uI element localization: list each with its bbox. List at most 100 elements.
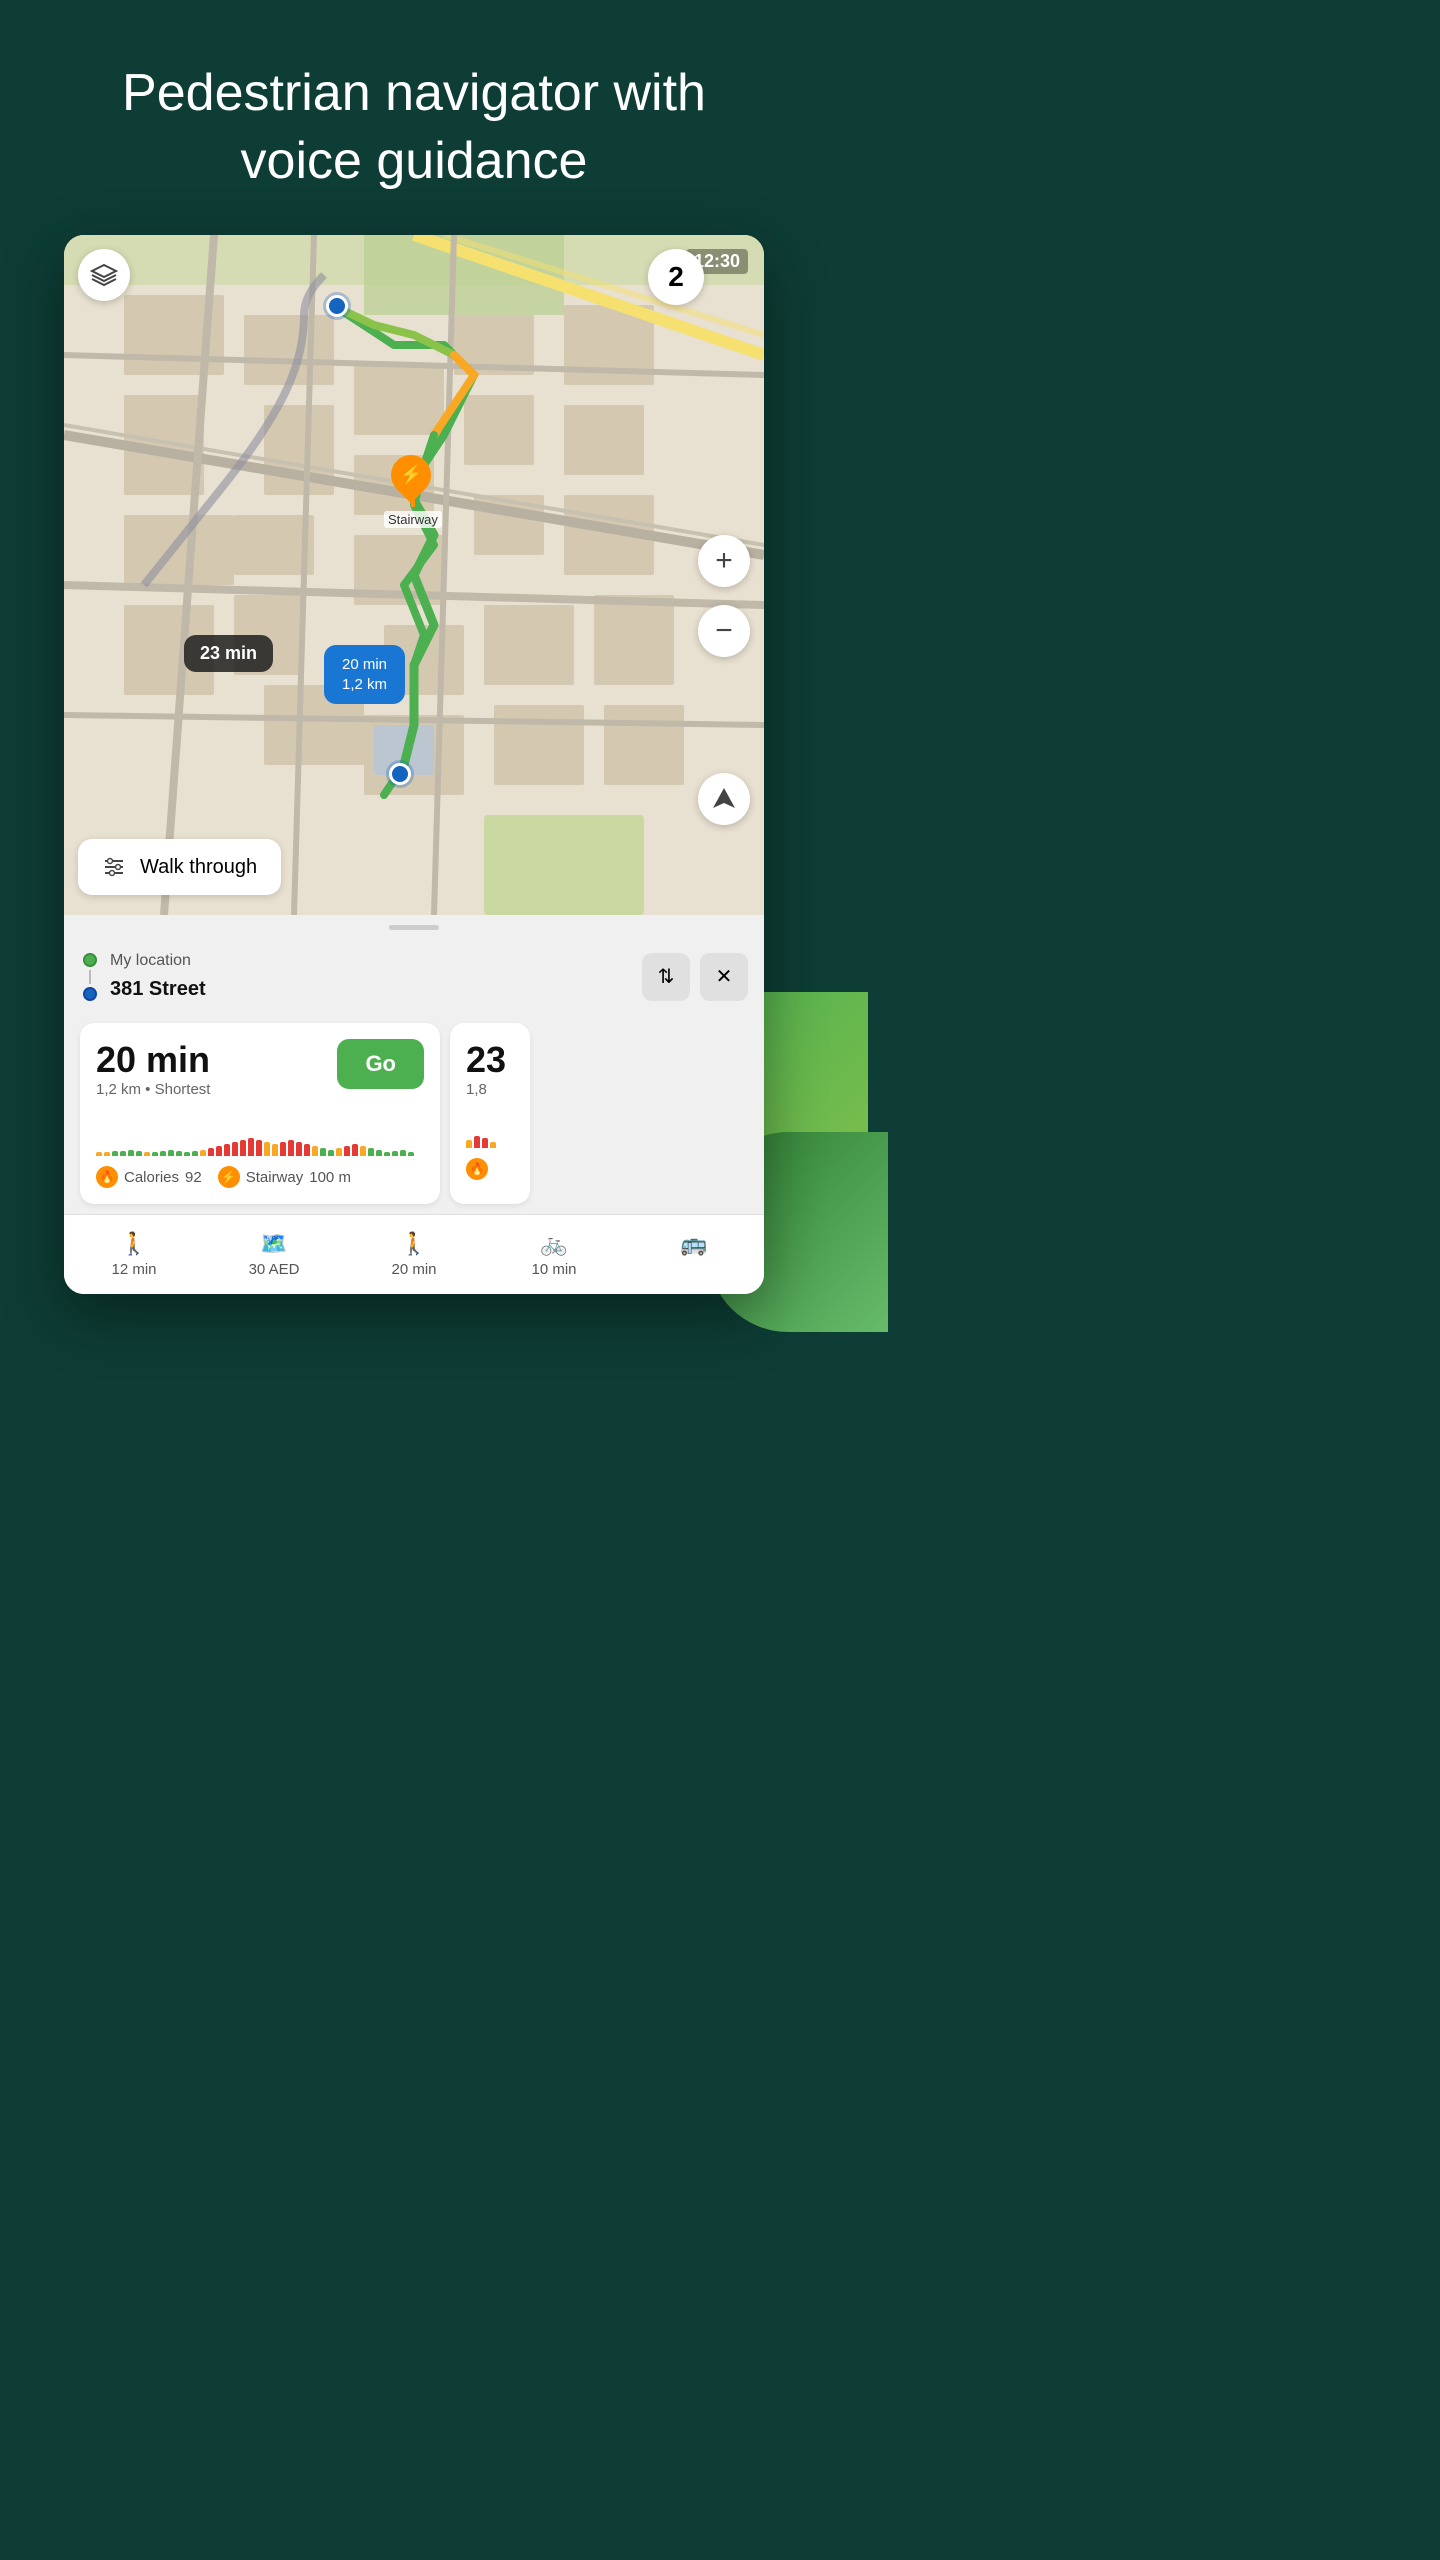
alt-route-tooltip: 23 min [184,635,273,672]
bottom-tabs: 🚶 12 min 🗺️ 30 AED 🚶 20 min 🚲 10 min 🚌 [64,1214,764,1294]
alt-calories-icon: 🔥 [466,1158,488,1180]
elevation-bar [136,1151,142,1156]
tab-walk[interactable]: 🚶 12 min [64,1225,204,1284]
calories-value: 92 [185,1169,202,1186]
hero-title: Pedestrian navigator with voice guidance [60,60,768,195]
elevation-bar [304,1144,310,1156]
elevation-bar [200,1150,206,1156]
elevation-bar [264,1142,270,1156]
alt-route-time: 23 [466,1039,514,1081]
bottom-panel: My location 381 Street ⇅ ✕ 20 min 1,2 km [64,915,764,1294]
elevation-bar [296,1142,302,1156]
elevation-bar [392,1151,398,1156]
stairway-meta-icon: ⚡ [218,1166,240,1188]
elevation-bar [176,1151,182,1156]
route-time: 20 min [96,1039,210,1081]
route-card-header: 20 min 1,2 km • Shortest Go [96,1039,424,1108]
route-details: 1,2 km • Shortest [96,1081,210,1098]
elevation-bar [128,1150,134,1156]
hero-section: Pedestrian navigator with voice guidance [0,0,828,235]
elevation-bar [352,1144,358,1156]
tab-bike[interactable]: 🚲 10 min [484,1225,624,1284]
layers-icon [90,261,118,289]
walk-through-button[interactable]: Walk through [78,839,281,895]
walk-icon: 🚶 [120,1231,147,1257]
tab-toll-label: 30 AED [249,1261,300,1278]
zoom-in-button[interactable]: + [698,535,750,587]
elevation-bar [112,1151,118,1156]
elevation-bar [192,1151,198,1156]
map-streets [64,235,764,915]
elevation-bar [216,1146,222,1156]
route-options: 20 min 1,2 km • Shortest Go 🔥 Calories 9… [64,1013,764,1214]
route-line [89,970,91,984]
navigate-icon [711,786,737,812]
secondary-route-card[interactable]: 23 1,8 🔥 [450,1023,530,1204]
elevation-bar [288,1140,294,1156]
elevation-bar [256,1140,262,1156]
route-dots [80,953,100,1001]
elevation-bar [280,1142,286,1156]
origin-label[interactable]: My location [110,948,632,974]
alt-route-meta: 🔥 [466,1158,514,1180]
layers-button[interactable] [78,249,130,301]
primary-route-card[interactable]: 20 min 1,2 km • Shortest Go 🔥 Calories 9… [80,1023,440,1204]
location-actions: ⇅ ✕ [642,953,748,1001]
location-labels: My location 381 Street [110,948,632,1005]
calories-label: Calories [124,1169,179,1186]
toll-icon: 🗺️ [260,1231,287,1257]
close-route-button[interactable]: ✕ [700,953,748,1001]
elevation-bar [360,1146,366,1156]
walk-through-label: Walk through [140,856,257,879]
elevation-bar [184,1152,190,1156]
tab-toll[interactable]: 🗺️ 30 AED [204,1225,344,1284]
elevation-bar [104,1152,110,1156]
tab-walk-label: 12 min [111,1261,156,1278]
elevation-bar [160,1151,166,1156]
drag-handle[interactable] [64,915,764,940]
filters-icon [102,855,126,879]
elevation-bar [232,1142,238,1156]
drag-handle-bar [389,925,439,930]
stairway-label: Stairway [384,511,442,528]
route-meta: 🔥 Calories 92 ⚡ Stairway 100 m [96,1166,424,1188]
alt-route-details: 1,8 [466,1081,514,1098]
location-row: My location 381 Street ⇅ ✕ [64,940,764,1013]
elevation-bar [224,1144,230,1156]
elevation-bar [96,1152,102,1156]
elevation-bar [328,1150,334,1156]
calories-meta: 🔥 Calories 92 [96,1166,202,1188]
bus-icon: 🚌 [680,1231,707,1257]
tab-walk2-label: 20 min [391,1261,436,1278]
go-button[interactable]: Go [337,1039,424,1089]
elevation-bar [400,1150,406,1156]
elevation-bar [368,1148,374,1156]
zoom-out-button[interactable]: − [698,605,750,657]
navigation-button[interactable] [698,773,750,825]
elevation-bar [376,1150,382,1156]
elevation-bar [384,1152,390,1156]
stairway-meta-label: Stairway [246,1169,304,1186]
phone-container: 12:30 2 + − [64,235,764,1294]
elevation-bar [152,1152,158,1156]
alt-elevation-bars [466,1108,514,1148]
destination-label[interactable]: 381 Street [110,974,632,1005]
elevation-bar [208,1148,214,1156]
elevation-bar [336,1148,342,1156]
elevation-bar [344,1146,350,1156]
elevation-bar [144,1152,150,1156]
swap-route-button[interactable]: ⇅ [642,953,690,1001]
tab-bus[interactable]: 🚌 [624,1225,764,1284]
elevation-bar [168,1150,174,1156]
map-area: 12:30 2 + − [64,235,764,915]
elevation-bar [248,1138,254,1156]
destination-dot [83,987,97,1001]
calories-icon: 🔥 [96,1166,118,1188]
elevation-bar [312,1146,318,1156]
main-route-tooltip: 20 min 1,2 km [324,645,405,704]
tab-walk2[interactable]: 🚶 20 min [344,1225,484,1284]
elevation-bar [320,1148,326,1156]
elevation-bar [272,1144,278,1156]
route-count-badge: 2 [648,249,704,305]
walk2-icon: 🚶 [400,1231,427,1257]
